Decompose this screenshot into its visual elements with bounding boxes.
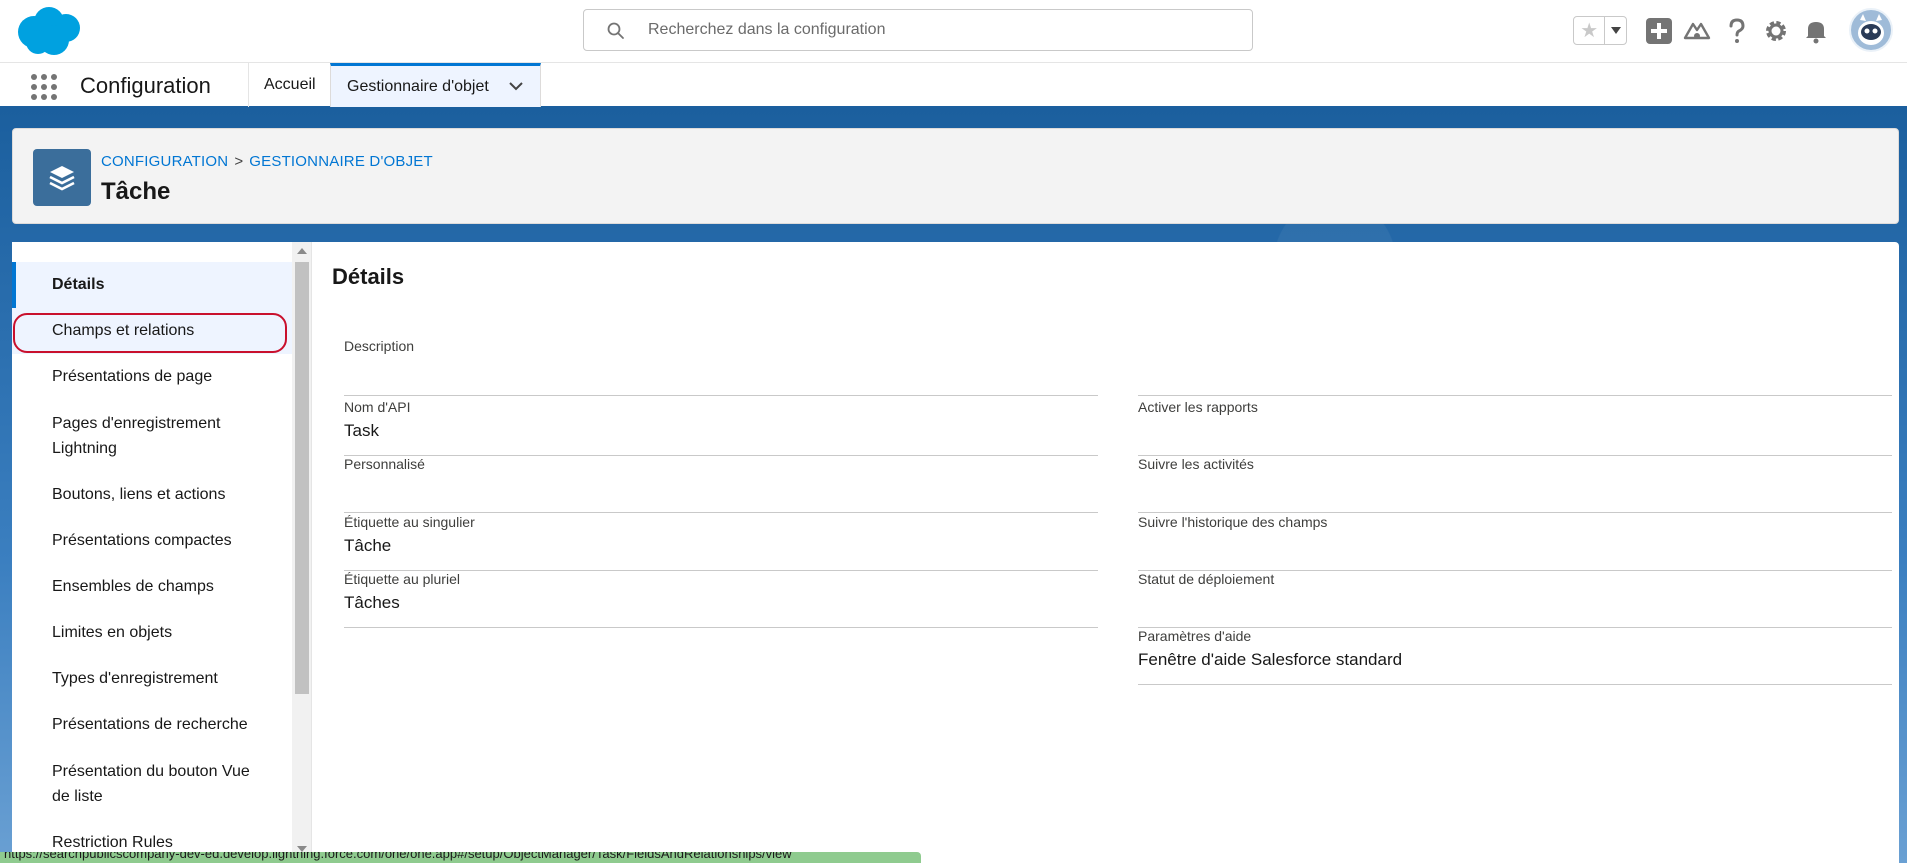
tab-label: Gestionnaire d'objet	[347, 77, 489, 95]
field-label: Étiquette au pluriel	[344, 571, 460, 587]
sidebar-scrollbar[interactable]	[292, 242, 311, 863]
notifications-bell-icon[interactable]	[1802, 17, 1830, 45]
sidebar-item-label: Présentations de page	[52, 368, 213, 385]
favorites-star-icon[interactable]: ★	[1574, 17, 1606, 44]
trailhead-icon[interactable]	[1683, 17, 1711, 45]
sidebar-item-object-limits[interactable]: Limites en objets	[12, 610, 292, 656]
field-label: Nom d'API	[344, 399, 411, 415]
field-empty	[1138, 338, 1892, 396]
breadcrumb-link-object-manager[interactable]: GESTIONNAIRE D'OBJET	[249, 153, 433, 170]
sidebar-item-label: Détails	[52, 276, 105, 293]
section-title: Détails	[332, 264, 405, 289]
field-deployment-status: Statut de déploiement	[1138, 571, 1892, 628]
field-label: Personnalisé	[344, 456, 425, 472]
sidebar-item-label: Présentations de recherche	[52, 716, 248, 733]
content-panel: Détails Champs et relations Présentation…	[12, 242, 1899, 863]
help-icon[interactable]	[1723, 17, 1751, 45]
breadcrumb-separator: >	[234, 153, 244, 170]
sidebar-item-label: Ensembles de champs	[52, 578, 214, 595]
chevron-down-icon[interactable]	[508, 80, 524, 92]
app-name: Configuration	[80, 73, 211, 98]
setup-search-box[interactable]	[583, 9, 1253, 51]
field-description: Description	[344, 338, 1098, 396]
field-label: Activer les rapports	[1138, 399, 1258, 415]
field-value: Tâches	[344, 593, 400, 612]
breadcrumb: CONFIGURATION > GESTIONNAIRE D'OBJET	[101, 153, 433, 170]
field-value: Task	[344, 421, 379, 440]
global-header: ★	[0, 0, 1907, 62]
field-custom: Personnalisé	[344, 456, 1098, 513]
sidebar-item-details[interactable]: Détails	[12, 262, 292, 308]
page-title: Tâche	[101, 178, 171, 205]
salesforce-logo[interactable]	[14, 6, 88, 56]
field-help-settings: Paramètres d'aide Fenêtre d'aide Salesfo…	[1138, 628, 1892, 685]
field-track-field-history: Suivre l'historique des champs	[1138, 514, 1892, 571]
field-singular-label: Étiquette au singulier Tâche	[344, 514, 1098, 571]
sidebar-item-label: Pages d'enregistrement Lightning	[52, 415, 221, 457]
object-layers-icon	[33, 149, 91, 206]
sidebar-item-record-types[interactable]: Types d'enregistrement	[12, 656, 292, 702]
sidebar-item-fields-and-relationships[interactable]: Champs et relations	[12, 308, 292, 354]
field-label: Statut de déploiement	[1138, 571, 1275, 587]
sidebar-item-lightning-record-pages[interactable]: Pages d'enregistrement Lightning	[12, 400, 292, 472]
sidebar-item-compact-layouts[interactable]: Présentations compactes	[12, 518, 292, 564]
sidebar-item-label: Limites en objets	[52, 624, 173, 641]
global-actions-add-icon[interactable]	[1645, 17, 1673, 45]
sidebar-item-field-sets[interactable]: Ensembles de champs	[12, 564, 292, 610]
favorites-group: ★	[1573, 16, 1627, 45]
tab-accueil[interactable]: Accueil	[248, 63, 330, 107]
field-label: Suivre les activités	[1138, 456, 1254, 472]
object-sidebar: Détails Champs et relations Présentation…	[12, 242, 312, 863]
sidebar-item-label: Boutons, liens et actions	[52, 486, 226, 503]
status-url: https://searchpublicscompany-dev-ed.deve…	[4, 852, 792, 861]
breadcrumb-link-configuration[interactable]: CONFIGURATION	[101, 153, 228, 170]
user-avatar[interactable]	[1849, 8, 1893, 52]
app-launcher-waffle-icon[interactable]	[30, 73, 58, 101]
sidebar-item-label: Présentations compactes	[52, 532, 232, 549]
app-navigation-bar: Configuration Accueil Gestionnaire d'obj…	[0, 62, 1907, 109]
field-label: Suivre l'historique des champs	[1138, 514, 1328, 530]
sidebar-item-page-layouts[interactable]: Présentations de page	[12, 354, 292, 400]
field-label: Étiquette au singulier	[344, 514, 475, 530]
field-label: Paramètres d'aide	[1138, 628, 1252, 644]
browser-status-bar: https://searchpublicscompany-dev-ed.deve…	[0, 852, 921, 863]
scroll-up-arrow-icon[interactable]	[297, 248, 307, 254]
field-api-name: Nom d'API Task	[344, 399, 1098, 456]
setup-gear-icon[interactable]	[1762, 17, 1790, 45]
search-icon	[607, 22, 624, 39]
scrollbar-thumb[interactable]	[295, 262, 309, 694]
field-track-activities: Suivre les activités	[1138, 456, 1892, 513]
sidebar-item-label: Types d'enregistrement	[52, 670, 218, 687]
details-panel: Détails Description Nom d'API Task Perso…	[332, 242, 1899, 863]
tab-object-manager[interactable]: Gestionnaire d'objet	[330, 63, 541, 107]
sidebar-item-search-layouts[interactable]: Présentations de recherche	[12, 702, 292, 748]
setup-search-input[interactable]	[648, 18, 1238, 42]
sidebar-item-list-view-button-layout[interactable]: Présentation du bouton Vue de liste	[12, 748, 292, 820]
page-header: CONFIGURATION > GESTIONNAIRE D'OBJET Tâche	[12, 128, 1899, 224]
sidebar-item-label: Champs et relations	[52, 322, 195, 339]
tab-label: Accueil	[264, 76, 316, 93]
field-value: Tâche	[344, 536, 392, 555]
favorites-list-button[interactable]	[1605, 17, 1626, 44]
sidebar-item-label: Présentation du bouton Vue de liste	[52, 763, 250, 805]
field-plural-label: Étiquette au pluriel Tâches	[344, 571, 1098, 628]
field-allow-reports: Activer les rapports	[1138, 399, 1892, 456]
field-label: Description	[344, 338, 415, 354]
sidebar-item-label: Restriction Rules	[52, 834, 173, 851]
sidebar-list: Détails Champs et relations Présentation…	[12, 262, 292, 863]
sidebar-item-buttons-links-actions[interactable]: Boutons, liens et actions	[12, 472, 292, 518]
caret-down-icon	[1610, 27, 1621, 34]
field-value: Fenêtre d'aide Salesforce standard	[1138, 650, 1403, 669]
